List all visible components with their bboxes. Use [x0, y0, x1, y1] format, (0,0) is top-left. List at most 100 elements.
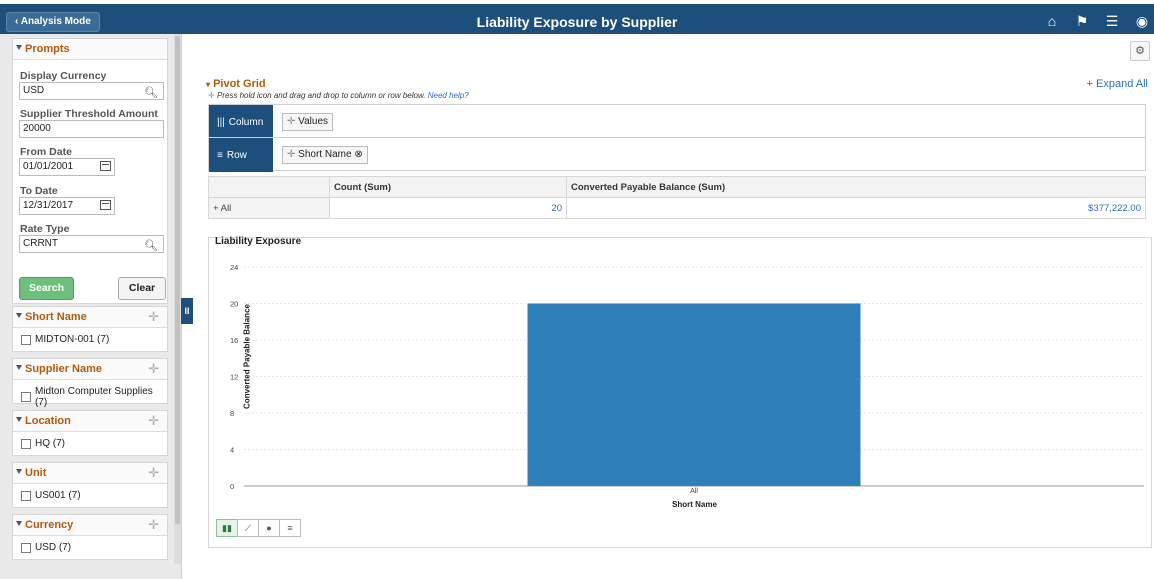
facet-item-label: Midton Computer Supplies (7): [34, 386, 153, 408]
calendar-icon[interactable]: [100, 161, 111, 171]
need-help-link[interactable]: Need help?: [428, 91, 469, 100]
drag-handle-icon[interactable]: ✛: [148, 361, 159, 377]
pie-chart-icon[interactable]: ●: [258, 519, 280, 537]
navbar-icon[interactable]: ◉: [1134, 13, 1150, 29]
display-currency-value: USD: [23, 85, 45, 96]
row-label-text: Row: [226, 149, 247, 161]
checkbox[interactable]: [21, 334, 31, 345]
short-name-chip[interactable]: ✛ Short Name ⊗: [282, 146, 368, 164]
home-icon[interactable]: ⌂: [1044, 13, 1060, 29]
from-date-value: 01/01/2001: [23, 161, 74, 172]
count-cell[interactable]: 20: [329, 197, 567, 219]
display-currency-label: Display Currency: [20, 70, 107, 82]
bar-chart: 0 4 8 12 16 20 24 All: [230, 263, 1144, 495]
gear-icon[interactable]: ⚙: [1130, 41, 1150, 61]
facet-title: Unit: [25, 467, 47, 479]
to-date-input[interactable]: 12/31/2017: [19, 197, 115, 215]
facet-item-label: USD (7): [35, 542, 72, 553]
top-bar: ‹ Analysis Mode Liability Exposure by Su…: [0, 4, 1154, 34]
search-button[interactable]: Search: [19, 277, 74, 300]
facet-header[interactable]: Location ✛: [13, 411, 167, 432]
table-header-cell: Converted Payable Balance (Sum): [566, 176, 1146, 198]
display-currency-input[interactable]: USD 🔍︎: [19, 82, 164, 100]
balance-cell[interactable]: $377,222.00: [566, 197, 1146, 219]
collapse-triangle-icon: [16, 365, 22, 370]
checkbox[interactable]: [21, 392, 31, 402]
table-header-cell: Count (Sum): [329, 176, 567, 198]
y-tick-label: 0: [230, 482, 234, 491]
facet-item[interactable]: USD (7): [21, 542, 71, 553]
prompts-header[interactable]: Prompts: [13, 39, 167, 60]
facet-header[interactable]: Currency ✛: [13, 515, 167, 536]
threshold-label: Supplier Threshold Amount: [20, 108, 158, 120]
y-axis-label: Converted Payable Balance: [242, 304, 252, 409]
threshold-value: 20000: [23, 123, 51, 134]
collapse-triangle-icon: [16, 45, 22, 50]
facet-header[interactable]: Short Name ✛: [13, 307, 167, 328]
columns-icon: |||: [217, 116, 225, 128]
facet-item[interactable]: US001 (7): [21, 490, 81, 501]
facet-header[interactable]: Unit ✛: [13, 463, 167, 484]
bar[interactable]: [527, 303, 861, 487]
drag-handle-icon[interactable]: ✛: [148, 413, 159, 429]
y-tick-label: 4: [230, 446, 234, 455]
drag-handle-icon[interactable]: ✛: [148, 465, 159, 481]
facet-item[interactable]: Midton Computer Supplies (7): [21, 386, 167, 408]
facet-header[interactable]: Supplier Name ✛: [13, 359, 167, 380]
drag-handle-icon[interactable]: ✛: [148, 309, 159, 325]
table-header-cell: [208, 176, 330, 198]
values-chip-label: Values: [298, 116, 329, 127]
from-date-input[interactable]: 01/01/2001: [19, 158, 115, 176]
facet-title: Location: [25, 415, 71, 427]
flag-icon[interactable]: ⚑: [1074, 13, 1090, 29]
rate-type-input[interactable]: CRRNT 🔍︎: [19, 235, 164, 253]
facet-unit: Unit ✛ US001 (7): [12, 462, 168, 508]
move-icon: ✛: [208, 91, 215, 100]
facet-currency: Currency ✛ USD (7): [12, 514, 168, 560]
y-tick-label: 16: [230, 336, 238, 345]
expand-all-link[interactable]: + Expand All: [1087, 78, 1148, 90]
left-scrollbar-thumb[interactable]: [175, 36, 180, 524]
checkbox[interactable]: [21, 438, 31, 449]
facet-title: Supplier Name: [25, 363, 103, 375]
hint-text: Press hold icon and drag and drop to col…: [216, 91, 426, 100]
pivot-table: Count (Sum) Converted Payable Balance (S…: [208, 176, 1146, 219]
facet-item[interactable]: MIDTON-001 (7): [21, 334, 109, 345]
search-icon[interactable]: 🔍︎: [144, 85, 158, 101]
to-date-value: 12/31/2017: [23, 200, 74, 211]
menu-icon[interactable]: ☰: [1104, 13, 1120, 29]
threshold-input[interactable]: 20000: [19, 120, 164, 138]
row-label: ≡ Row: [209, 138, 273, 172]
drag-handle-icon[interactable]: ✛: [148, 517, 159, 533]
collapse-triangle-icon: [16, 417, 22, 422]
search-icon[interactable]: 🔍︎: [144, 238, 158, 254]
y-tick-label: 20: [230, 300, 238, 309]
checkbox[interactable]: [21, 542, 31, 553]
collapse-triangle-icon: [16, 313, 22, 318]
checkbox[interactable]: [21, 490, 31, 501]
drag-handle-icon[interactable]: ✛: [287, 149, 295, 160]
clear-button[interactable]: Clear: [118, 277, 166, 300]
bar-chart-icon[interactable]: ▮▮: [216, 519, 238, 537]
remove-icon[interactable]: ⊗: [354, 149, 362, 160]
x-tick-label: All: [690, 488, 698, 495]
row-drop-zone[interactable]: ≡ Row ✛ Short Name ⊗: [208, 137, 1146, 172]
line-chart-icon[interactable]: ⟋: [237, 519, 259, 537]
collapse-panel-button[interactable]: II: [181, 298, 193, 324]
column-drop-zone[interactable]: ||| Column ✛ Values: [208, 104, 1146, 139]
from-date-label: From Date: [20, 146, 72, 158]
row-label-cell[interactable]: + All: [208, 197, 330, 219]
values-chip[interactable]: ✛ Values: [282, 113, 334, 131]
collapse-triangle-icon: [16, 521, 22, 526]
horizontal-bar-chart-icon[interactable]: ≡: [279, 519, 301, 537]
rate-type-label: Rate Type: [20, 223, 70, 235]
table-row: + All 20 $377,222.00: [208, 197, 1146, 219]
short-name-chip-label: Short Name: [298, 149, 352, 160]
facet-item[interactable]: HQ (7): [21, 438, 65, 449]
drag-handle-icon[interactable]: ✛: [287, 116, 295, 127]
page-title: Liability Exposure by Supplier: [476, 14, 678, 30]
pivot-grid-title[interactable]: ▾ Pivot Grid: [206, 78, 266, 90]
pause-icon: II: [184, 306, 190, 316]
rows-icon: ≡: [217, 149, 223, 161]
calendar-icon[interactable]: [100, 200, 111, 210]
